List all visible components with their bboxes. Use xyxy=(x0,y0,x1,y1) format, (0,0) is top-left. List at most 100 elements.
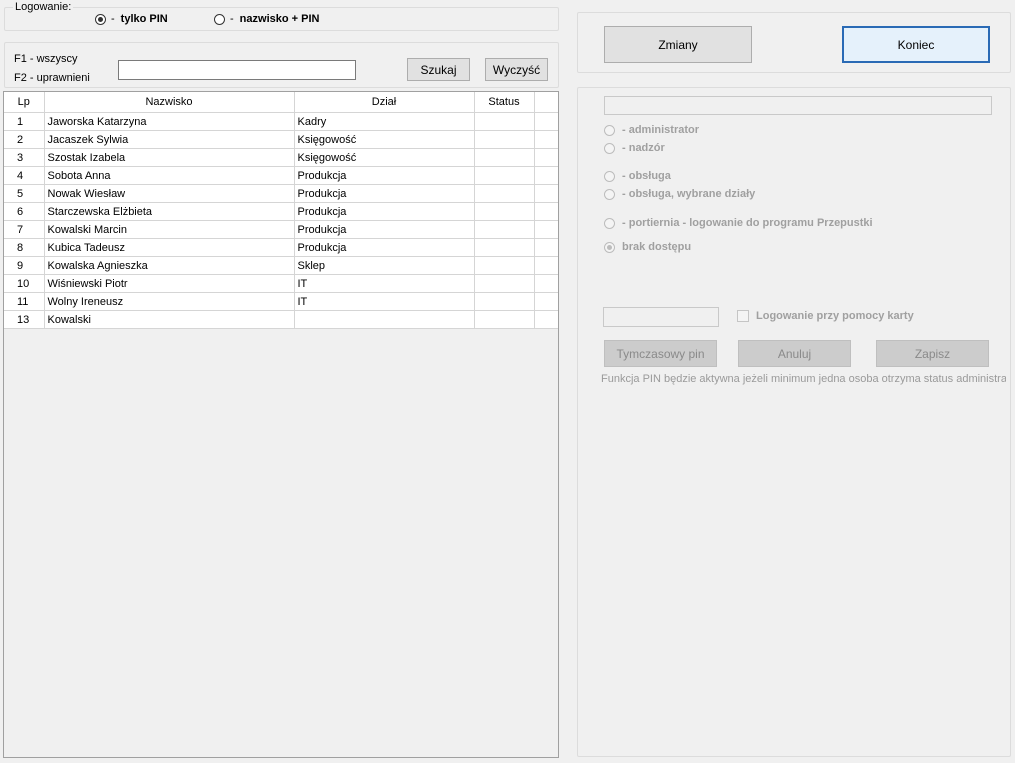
cell-name[interactable]: Kowalski xyxy=(44,310,295,329)
cell-lp[interactable]: 9 xyxy=(4,256,45,275)
cell-lp[interactable]: 2 xyxy=(4,130,45,149)
radio-reception xyxy=(604,217,615,229)
cell-department[interactable]: Kadry xyxy=(294,112,475,131)
column-header-status[interactable]: Status xyxy=(474,92,535,113)
cell-status[interactable] xyxy=(474,256,535,275)
perm-option-service: - obsługa xyxy=(604,170,671,182)
cell-status[interactable] xyxy=(474,238,535,257)
table-row[interactable]: 6 Starczewska Elżbieta Produkcja xyxy=(4,202,558,221)
login-mode-legend: Logowanie: xyxy=(13,1,74,14)
cell-name[interactable]: Starczewska Elżbieta xyxy=(44,202,295,221)
table-row[interactable]: 11 Wolny Ireneusz IT xyxy=(4,292,558,311)
cell-extra[interactable] xyxy=(534,202,558,221)
dash-text: - xyxy=(230,13,234,25)
cell-extra[interactable] xyxy=(534,148,558,167)
cell-name[interactable]: Nowak Wiesław xyxy=(44,184,295,203)
table-row[interactable]: 4 Sobota Anna Produkcja xyxy=(4,166,558,185)
cell-status[interactable] xyxy=(474,184,535,203)
cell-name[interactable]: Kowalski Marcin xyxy=(44,220,295,239)
table-row[interactable]: 3 Szostak Izabela Księgowość xyxy=(4,148,558,167)
cell-extra[interactable] xyxy=(534,112,558,131)
cell-lp[interactable]: 5 xyxy=(4,184,45,203)
cell-lp[interactable]: 6 xyxy=(4,202,45,221)
radio-name-pin[interactable] xyxy=(214,13,225,25)
cell-status[interactable] xyxy=(474,112,535,131)
cell-lp[interactable]: 11 xyxy=(4,292,45,311)
cell-lp[interactable]: 1 xyxy=(4,112,45,131)
cell-status[interactable] xyxy=(474,130,535,149)
cell-status[interactable] xyxy=(474,292,535,311)
cell-name[interactable]: Kowalska Agnieszka xyxy=(44,256,295,275)
table-row[interactable]: 5 Nowak Wiesław Produkcja xyxy=(4,184,558,203)
employees-grid[interactable]: Lp Nazwisko Dział Status 1 Jaworska Katar… xyxy=(3,91,559,758)
radio-service xyxy=(604,170,615,182)
dash-text: - xyxy=(111,13,115,25)
cell-department[interactable]: Produkcja xyxy=(294,202,475,221)
cell-department[interactable]: Produkcja xyxy=(294,166,475,185)
changes-button[interactable]: Zmiany xyxy=(604,26,752,63)
login-option-name-pin[interactable]: - nazwisko + PIN xyxy=(214,13,319,25)
cell-extra[interactable] xyxy=(534,274,558,293)
cell-name[interactable]: Szostak Izabela xyxy=(44,148,295,167)
cell-department[interactable]: Produkcja xyxy=(294,220,475,239)
cell-extra[interactable] xyxy=(534,256,558,275)
cell-extra[interactable] xyxy=(534,184,558,203)
cell-status[interactable] xyxy=(474,202,535,221)
cell-name[interactable]: Sobota Anna xyxy=(44,166,295,185)
search-button[interactable]: Szukaj xyxy=(407,58,470,81)
perm-option-label: - obsługa, wybrane działy xyxy=(622,188,756,200)
cell-department[interactable]: Produkcja xyxy=(294,184,475,203)
login-mode-group: Logowanie: - tylko PIN - nazwisko + PIN xyxy=(4,1,559,31)
column-header-name[interactable]: Nazwisko xyxy=(44,92,295,113)
cell-name[interactable]: Jaworska Katarzyna xyxy=(44,112,295,131)
cell-extra[interactable] xyxy=(534,220,558,239)
cell-name[interactable]: Wiśniewski Piotr xyxy=(44,274,295,293)
cell-extra[interactable] xyxy=(534,310,558,329)
column-header-lp[interactable]: Lp xyxy=(4,92,45,113)
table-row[interactable]: 8 Kubica Tadeusz Produkcja xyxy=(4,238,558,257)
cell-status[interactable] xyxy=(474,310,535,329)
cell-name[interactable]: Jacaszek Sylwia xyxy=(44,130,295,149)
radio-pin-only[interactable] xyxy=(95,13,106,25)
hint-all: F1 - wszyscy xyxy=(14,53,78,65)
cell-lp[interactable]: 7 xyxy=(4,220,45,239)
perm-option-supervision: - nadzór xyxy=(604,142,665,154)
table-row[interactable]: 2 Jacaszek Sylwia Księgowość xyxy=(4,130,558,149)
table-row[interactable]: 9 Kowalska Agnieszka Sklep xyxy=(4,256,558,275)
cell-lp[interactable]: 10 xyxy=(4,274,45,293)
selected-person-field xyxy=(604,96,992,115)
column-header-department[interactable]: Dział xyxy=(294,92,475,113)
cell-extra[interactable] xyxy=(534,238,558,257)
login-option-pin-only[interactable]: - tylko PIN xyxy=(95,13,168,25)
cell-department[interactable]: Księgowość xyxy=(294,148,475,167)
cell-status[interactable] xyxy=(474,274,535,293)
table-row[interactable]: 13 Kowalski xyxy=(4,310,558,329)
cell-name[interactable]: Kubica Tadeusz xyxy=(44,238,295,257)
cell-department[interactable]: Sklep xyxy=(294,256,475,275)
cell-extra[interactable] xyxy=(534,166,558,185)
cell-lp[interactable]: 8 xyxy=(4,238,45,257)
search-input[interactable] xyxy=(118,60,356,80)
cell-department[interactable]: IT xyxy=(294,274,475,293)
cell-lp[interactable]: 13 xyxy=(4,310,45,329)
end-button[interactable]: Koniec xyxy=(842,26,990,63)
employees-table: Lp Nazwisko Dział Status 1 Jaworska Katar… xyxy=(4,92,558,329)
cell-name[interactable]: Wolny Ireneusz xyxy=(44,292,295,311)
cell-department[interactable]: Księgowość xyxy=(294,130,475,149)
cell-department[interactable]: IT xyxy=(294,292,475,311)
table-row[interactable]: 10 Wiśniewski Piotr IT xyxy=(4,274,558,293)
cell-extra[interactable] xyxy=(534,130,558,149)
cell-department[interactable] xyxy=(294,310,475,329)
column-header-extra xyxy=(534,92,558,113)
cell-status[interactable] xyxy=(474,220,535,239)
cell-status[interactable] xyxy=(474,148,535,167)
cell-status[interactable] xyxy=(474,166,535,185)
cell-department[interactable]: Produkcja xyxy=(294,238,475,257)
table-row[interactable]: 7 Kowalski Marcin Produkcja xyxy=(4,220,558,239)
card-number-field xyxy=(603,307,719,327)
table-row[interactable]: 1 Jaworska Katarzyna Kadry xyxy=(4,112,558,131)
clear-button[interactable]: Wyczyść xyxy=(485,58,548,81)
cell-lp[interactable]: 3 xyxy=(4,148,45,167)
cell-extra[interactable] xyxy=(534,292,558,311)
cell-lp[interactable]: 4 xyxy=(4,166,45,185)
